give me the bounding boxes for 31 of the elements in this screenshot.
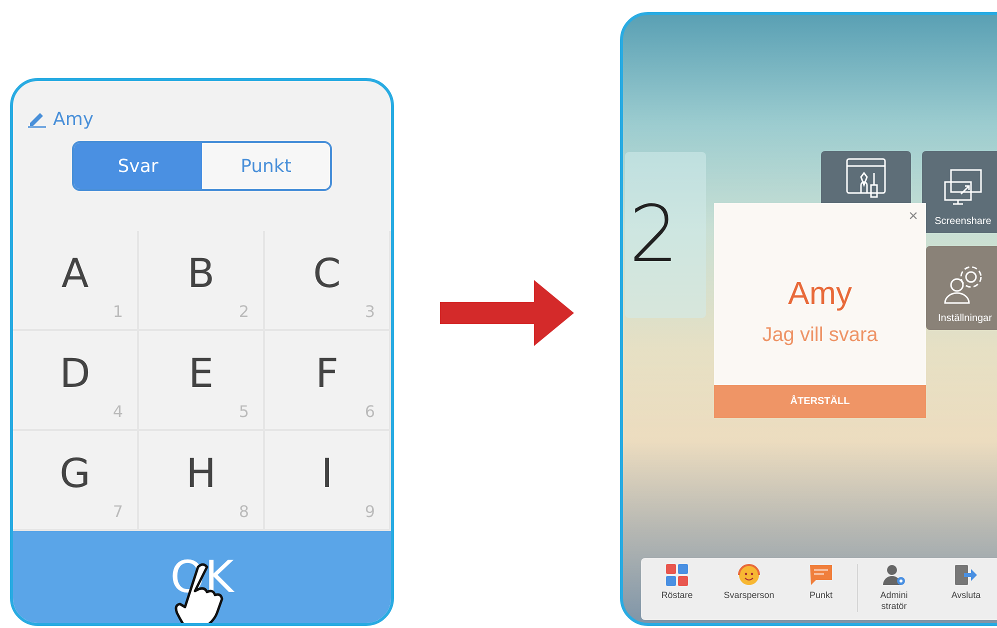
dialog-name: Amy: [788, 275, 852, 312]
user-gear-icon: [882, 564, 906, 586]
key-letter: A: [61, 251, 89, 297]
key-letter: I: [321, 451, 333, 497]
tile-label: Screenshare: [934, 216, 992, 227]
app-tile[interactable]: Screenshare: [922, 151, 997, 233]
abcd-grid-icon: [666, 564, 688, 586]
key-letter: B: [187, 251, 215, 297]
app-tile[interactable]: Inställningar: [926, 246, 997, 330]
exit-icon: [954, 564, 978, 586]
paint-tools-icon: [845, 157, 887, 199]
toolbar-item[interactable]: Avsluta: [930, 564, 997, 601]
screenshare-icon: [943, 168, 983, 208]
user-name: Amy: [53, 108, 94, 130]
toolbar-item[interactable]: Punkt: [785, 564, 857, 601]
key-letter: F: [316, 351, 338, 397]
pencil-icon: [27, 110, 47, 128]
dialog-message: Jag vill svara: [762, 324, 878, 347]
smiley-headset-icon: [737, 564, 761, 586]
key-letter: D: [60, 351, 90, 397]
toolbar-item[interactable]: Röstare: [641, 564, 713, 601]
tile-number: 2: [629, 190, 679, 280]
key-letter: E: [188, 351, 214, 397]
key-letter: C: [313, 251, 341, 297]
toolbar-item[interactable]: Admini stratör: [858, 564, 930, 612]
key-letter: H: [186, 451, 216, 497]
tile-label: Inställningar: [938, 313, 992, 324]
chat-bubble-icon: [809, 564, 833, 586]
arrow-icon: [440, 280, 574, 346]
key-letter: G: [60, 451, 90, 497]
toolbar-item[interactable]: Svarsperson: [713, 564, 785, 601]
